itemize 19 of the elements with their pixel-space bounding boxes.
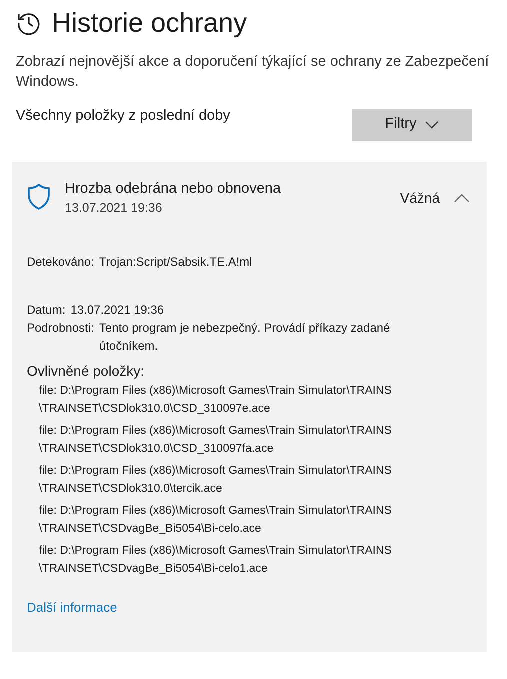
chevron-down-icon [424, 121, 439, 129]
detail-label: Datum: [27, 302, 66, 319]
event-date: 13.07.2021 19:36 [65, 200, 164, 217]
detail-label: Podrobnosti: [27, 320, 94, 337]
detail-value: Trojan:Script/Sabsik.TE.A!ml [99, 254, 254, 271]
chevron-up-icon[interactable] [454, 194, 470, 203]
shield-icon [27, 183, 51, 211]
detail-value: 13.07.2021 19:36 [70, 302, 166, 319]
detail-value: Tento program je nebezpečný. Provádí příkazy zadané útočníkem. [99, 320, 392, 355]
file-path: file: D:\Program Files (x86)\Microsoft Games\Train Simulator\TRAINS \TRAINSET\CSDvagBe_Bi5054\Bi-celo1.ace [39, 544, 393, 577]
filter-button[interactable]: Filtry [352, 109, 472, 141]
detail-label: Detekováno: [27, 254, 94, 271]
affected-heading: Ovlivněné položky: [27, 362, 146, 381]
event-title: Hrozba odebrána nebo obnovena [65, 180, 282, 199]
page-description: Zobrazí nejnovější akce a doporučení týkající se ochrany ze Zabezpečení Windows. [16, 53, 490, 92]
more-info-link[interactable]: Další informace [27, 598, 118, 618]
severity-label: Vážná [400, 189, 440, 208]
page-title: Historie ochrany [52, 7, 248, 40]
filter-label: Všechny položky z poslední doby [16, 107, 230, 126]
